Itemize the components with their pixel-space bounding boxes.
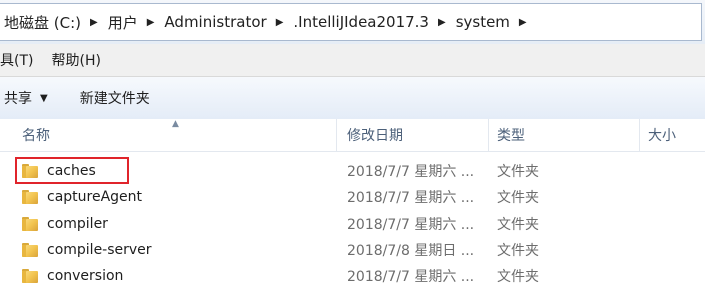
file-type: 文件夹 xyxy=(497,190,539,207)
chevron-right-icon[interactable]: ▶ xyxy=(519,17,527,28)
breadcrumb-label[interactable]: Administrator xyxy=(164,13,266,31)
column-size[interactable]: 大小 xyxy=(648,119,676,151)
file-type: 文件夹 xyxy=(497,242,539,259)
column-name[interactable]: 名称 xyxy=(22,119,50,151)
column-type-label: 类型 xyxy=(497,128,525,144)
file-modified: 2018/7/7 星期六 ... xyxy=(347,269,475,286)
chevron-right-icon[interactable]: ▶ xyxy=(147,17,155,28)
address-bar: 地磁盘 (C:) ▶ 用户 ▶ Administrator ▶ .Intelli… xyxy=(0,0,705,45)
file-name: captureAgent xyxy=(47,189,143,206)
column-type[interactable]: 类型 xyxy=(497,119,525,151)
folder-icon xyxy=(22,190,38,205)
file-name: compiler xyxy=(47,215,108,232)
file-type: 文件夹 xyxy=(497,164,539,180)
file-type: 文件夹 xyxy=(497,269,539,286)
column-modified[interactable]: 修改日期 xyxy=(347,119,403,151)
column-size-label: 大小 xyxy=(648,128,676,144)
breadcrumb-label[interactable]: 地磁盘 (C:) xyxy=(4,12,81,33)
file-modified: 2018/7/8 星期日 ... xyxy=(347,242,475,259)
file-name-cell[interactable]: compiler xyxy=(22,211,108,237)
file-type: 文件夹 xyxy=(497,216,539,233)
file-name: conversion xyxy=(47,268,124,285)
file-row-compiler[interactable]: compiler 2018/7/7 星期六 ... 文件夹 xyxy=(0,211,705,237)
file-modified: 2018/7/7 星期六 ... xyxy=(347,216,475,233)
new-folder-button-label: 新建文件夹 xyxy=(79,91,150,107)
folder-icon xyxy=(22,164,38,178)
share-button[interactable]: 共享 ▼ xyxy=(0,88,52,108)
file-modified: 2018/7/7 星期六 ... xyxy=(347,164,475,180)
breadcrumb-item-system[interactable]: system ▶ xyxy=(456,13,537,31)
folder-icon xyxy=(22,216,38,231)
chevron-right-icon[interactable]: ▶ xyxy=(90,17,98,28)
column-divider[interactable] xyxy=(639,119,640,151)
column-header: ▲ 名称 修改日期 类型 大小 xyxy=(0,119,705,152)
chevron-right-icon[interactable]: ▶ xyxy=(438,17,446,28)
menu-item-help[interactable]: 帮助(H) xyxy=(45,50,112,70)
caret-down-icon: ▼ xyxy=(40,92,48,104)
breadcrumb-label[interactable]: 用户 xyxy=(108,12,138,33)
sort-ascending-icon: ▲ xyxy=(172,119,179,129)
breadcrumb-label[interactable]: system xyxy=(456,13,510,31)
folder-icon xyxy=(22,242,38,257)
folder-icon xyxy=(22,269,38,284)
file-row-conversion[interactable]: conversion 2018/7/7 星期六 ... 文件夹 xyxy=(0,263,705,289)
file-name: caches xyxy=(47,163,96,179)
breadcrumb-label[interactable]: .IntelliJIdea2017.3 xyxy=(293,13,429,31)
column-divider[interactable] xyxy=(336,119,337,151)
file-name-cell[interactable]: caches xyxy=(22,158,96,184)
command-bar: 共享 ▼ 新建文件夹 xyxy=(0,77,705,120)
file-row-captureagent[interactable]: captureAgent 2018/7/7 星期六 ... 文件夹 xyxy=(0,184,705,210)
file-name-cell[interactable]: conversion xyxy=(22,263,123,289)
breadcrumb-item-administrator[interactable]: Administrator ▶ xyxy=(164,13,293,31)
file-row-compile-server[interactable]: compile-server 2018/7/8 星期日 ... 文件夹 xyxy=(0,237,705,263)
breadcrumb[interactable]: 地磁盘 (C:) ▶ 用户 ▶ Administrator ▶ .Intelli… xyxy=(0,3,702,41)
file-name-cell[interactable]: compile-server xyxy=(22,237,152,263)
share-button-label: 共享 xyxy=(4,91,32,107)
breadcrumb-item-users[interactable]: 用户 ▶ xyxy=(108,12,165,33)
column-divider[interactable] xyxy=(488,119,489,151)
menu-bar: 具(T) 帮助(H) xyxy=(0,44,705,77)
file-name: compile-server xyxy=(47,241,152,258)
breadcrumb-item-intellij[interactable]: .IntelliJIdea2017.3 ▶ xyxy=(293,13,455,31)
breadcrumb-item-drive[interactable]: 地磁盘 (C:) ▶ xyxy=(4,12,108,33)
file-name-cell[interactable]: captureAgent xyxy=(22,184,142,210)
column-name-label: 名称 xyxy=(22,128,50,144)
file-list: caches 2018/7/7 星期六 ... 文件夹 captureAgent… xyxy=(0,158,705,289)
new-folder-button[interactable]: 新建文件夹 xyxy=(76,88,154,108)
menu-item-tools[interactable]: 具(T) xyxy=(0,50,45,70)
file-modified: 2018/7/7 星期六 ... xyxy=(347,190,475,207)
chevron-right-icon[interactable]: ▶ xyxy=(276,17,284,28)
column-modified-label: 修改日期 xyxy=(347,128,403,144)
file-row-caches[interactable]: caches 2018/7/7 星期六 ... 文件夹 xyxy=(0,158,705,184)
